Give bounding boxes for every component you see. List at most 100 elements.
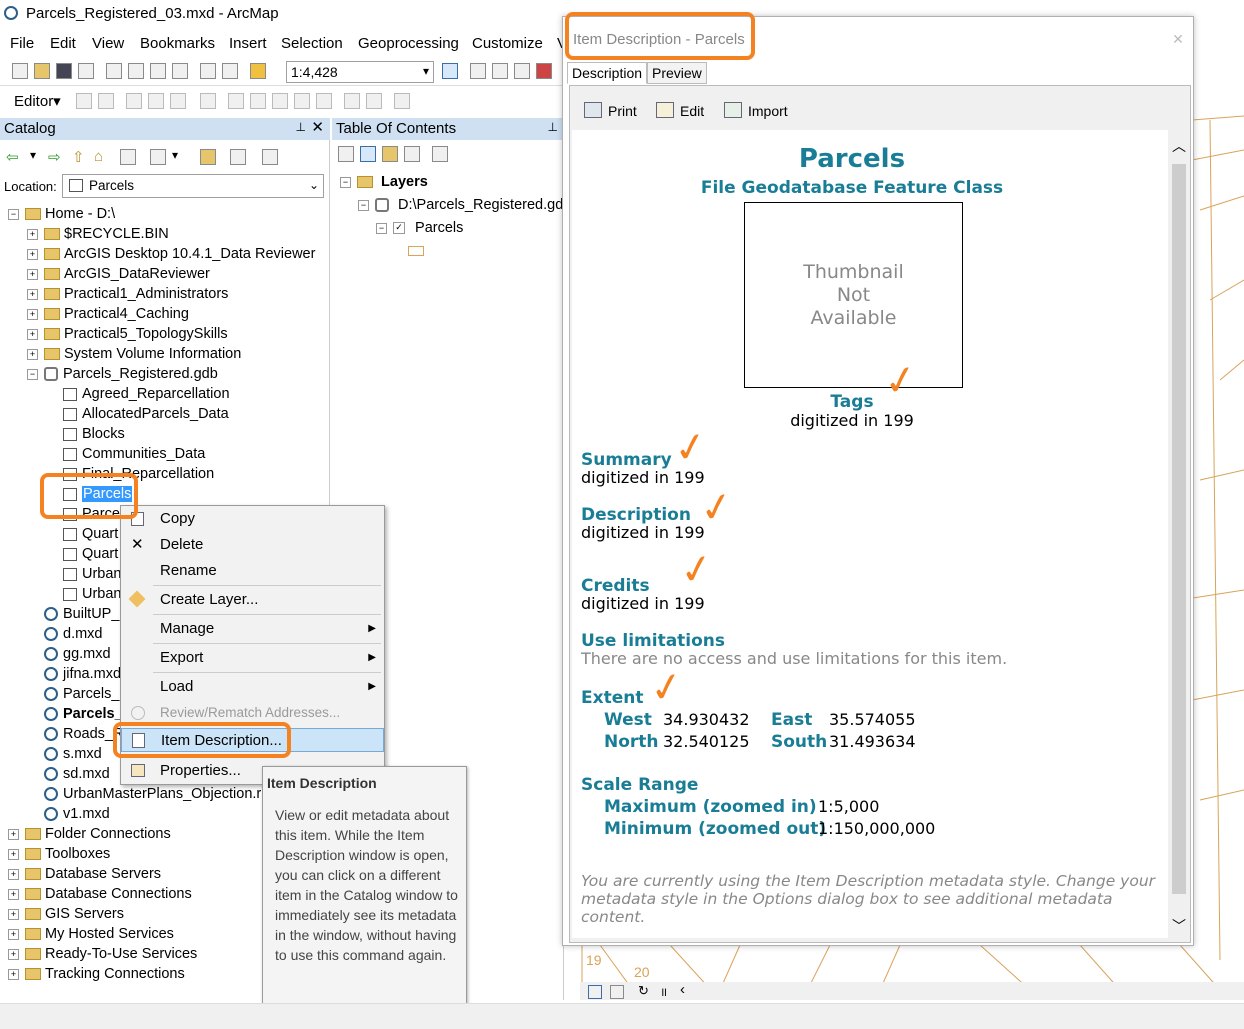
cut-polygons-icon[interactable] <box>272 93 288 109</box>
expand-icon[interactable]: + <box>27 328 38 340</box>
catalog-tree-item[interactable]: d.mxd <box>27 624 103 644</box>
redo-icon[interactable] <box>222 63 238 79</box>
add-data-icon[interactable] <box>250 63 266 79</box>
scrollbar-thumb[interactable] <box>1172 164 1186 894</box>
expand-icon[interactable]: + <box>8 868 19 880</box>
menu-item-manage[interactable]: Manage ▶ <box>121 617 384 641</box>
expand-icon[interactable]: + <box>27 228 38 240</box>
catalog-tree-item[interactable]: sd.mxd <box>27 764 110 784</box>
chevron-down-icon[interactable]: ▾ <box>172 148 178 162</box>
forward-icon[interactable]: ⇨ <box>48 148 61 166</box>
catalog-tree-item[interactable]: s.mxd <box>27 744 102 764</box>
edit-vertices-icon[interactable] <box>228 93 244 109</box>
close-icon[interactable]: ✕ <box>1169 31 1187 49</box>
catalog-tree-item[interactable]: Agreed_Reparcellation <box>46 384 230 404</box>
new-icon[interactable] <box>12 63 28 79</box>
edit-tool-icon[interactable] <box>76 93 92 109</box>
scroll-left-icon[interactable]: ‹ <box>680 981 685 998</box>
catalog-tree-item[interactable]: Urban <box>46 564 122 584</box>
editor-toolbar-icon[interactable] <box>442 63 458 79</box>
sketch-properties-icon[interactable] <box>366 93 382 109</box>
catalog-tree-item[interactable]: + System Volume Information <box>27 344 241 364</box>
catalog-tree-item[interactable]: − Parcels_Registered.gdb <box>27 364 218 384</box>
tab-preview[interactable]: Preview <box>647 62 707 84</box>
location-combobox[interactable]: Parcels ⌄ <box>62 174 324 198</box>
catalog-tree-item[interactable]: + Database Servers <box>8 864 161 884</box>
catalog-tree-item[interactable]: BuiltUP_I <box>27 604 123 624</box>
toc-layers-node[interactable]: − Layers <box>340 172 428 192</box>
catalog-window-icon[interactable] <box>492 63 508 79</box>
menu-insert[interactable]: Insert <box>229 35 267 52</box>
endpoint-arc-icon[interactable] <box>148 93 164 109</box>
options-icon[interactable] <box>432 146 448 162</box>
print-button[interactable]: Print <box>608 103 637 119</box>
catalog-tree-item[interactable]: AllocatedParcels_Data <box>46 404 229 424</box>
catalog-tree-item[interactable]: Urban <box>46 584 122 604</box>
toc-parcels-layer[interactable]: − ✓ Parcels <box>376 218 463 238</box>
catalog-tree-item[interactable]: + Ready-To-Use Services <box>8 944 197 964</box>
list-by-drawing-order-icon[interactable] <box>338 146 354 162</box>
import-button[interactable]: Import <box>748 103 788 119</box>
edit-button[interactable]: Edit <box>680 103 704 119</box>
expand-icon[interactable]: + <box>8 948 19 960</box>
scroll-down-icon[interactable]: ﹀ <box>1172 916 1186 936</box>
rotate-icon[interactable] <box>316 93 332 109</box>
edit-annotation-icon[interactable] <box>98 93 114 109</box>
new-folder-icon[interactable] <box>200 149 216 165</box>
catalog-tree-item[interactable]: Communities_Data <box>46 444 205 464</box>
collapse-icon[interactable]: − <box>27 368 38 380</box>
expand-icon[interactable]: + <box>8 968 19 980</box>
expand-icon[interactable]: + <box>27 308 38 320</box>
menu-edit[interactable]: Edit <box>50 35 76 52</box>
catalog-tree-item[interactable]: + Tracking Connections <box>8 964 185 984</box>
menu-item-rename[interactable]: Rename <box>121 559 384 583</box>
catalog-tree-item[interactable]: UrbanMasterPlans_Objection.r <box>27 784 261 804</box>
catalog-tree-item[interactable]: jifna.mxd <box>27 664 121 684</box>
catalog-tree-item[interactable]: Roads_R <box>27 724 123 744</box>
up-one-level-icon[interactable]: ⇧ <box>72 148 85 166</box>
collapse-icon[interactable]: − <box>8 208 19 220</box>
catalog-tree-item[interactable]: + Database Connections <box>8 884 192 904</box>
catalog-tree-item[interactable]: Quart <box>46 524 118 544</box>
catalog-tree-item[interactable]: gg.mxd <box>27 644 111 664</box>
options-icon[interactable] <box>262 149 278 165</box>
trace-icon[interactable] <box>170 93 186 109</box>
catalog-tree-item[interactable]: Blocks <box>46 424 125 444</box>
menu-item-create-layer[interactable]: Create Layer... <box>121 588 384 612</box>
menu-item-delete[interactable]: ✕ Delete <box>121 533 384 557</box>
menu-view[interactable]: View <box>92 35 124 52</box>
open-icon[interactable] <box>34 63 50 79</box>
pause-icon[interactable]: ॥ <box>660 983 667 1000</box>
catalog-tree-item[interactable]: + My Hosted Services <box>8 924 174 944</box>
create-features-icon[interactable] <box>394 93 410 109</box>
undo-icon[interactable] <box>200 63 216 79</box>
data-view-icon[interactable] <box>588 985 602 999</box>
point-icon[interactable] <box>200 93 216 109</box>
catalog-tree-item[interactable]: Quart <box>46 544 118 564</box>
catalog-tree-item[interactable]: + Folder Connections <box>8 824 171 844</box>
close-icon[interactable]: ✕ <box>311 118 324 136</box>
tab-description[interactable]: Description <box>567 62 648 84</box>
menu-bookmarks[interactable]: Bookmarks <box>140 35 215 52</box>
reshape-icon[interactable] <box>250 93 266 109</box>
toggle-contents-icon[interactable] <box>230 149 246 165</box>
expand-icon[interactable]: + <box>8 848 19 860</box>
arctoolbox-icon[interactable] <box>536 63 552 79</box>
back-icon[interactable]: ⇦ <box>6 148 19 166</box>
split-icon[interactable] <box>294 93 310 109</box>
refresh-icon[interactable]: ↻ <box>638 983 649 999</box>
print-icon[interactable] <box>78 63 94 79</box>
expand-icon[interactable]: + <box>27 288 38 300</box>
paste-icon[interactable] <box>150 63 166 79</box>
menu-item-export[interactable]: Export ▶ <box>121 646 384 670</box>
menu-geoprocessing[interactable]: Geoprocessing <box>358 35 459 52</box>
straight-segment-icon[interactable] <box>126 93 142 109</box>
catalog-tree-item[interactable]: − Home - D:\ <box>8 204 115 224</box>
catalog-tree-item[interactable]: Parcels_ <box>27 704 123 724</box>
editor-menu[interactable]: Editor▾ <box>14 92 61 110</box>
catalog-tree-item[interactable]: + Toolboxes <box>8 844 110 864</box>
expand-icon[interactable]: + <box>27 248 38 260</box>
menu-customize[interactable]: Customize <box>472 35 543 52</box>
expand-icon[interactable]: + <box>8 888 19 900</box>
pin-icon[interactable]: ⊥ <box>296 120 306 134</box>
